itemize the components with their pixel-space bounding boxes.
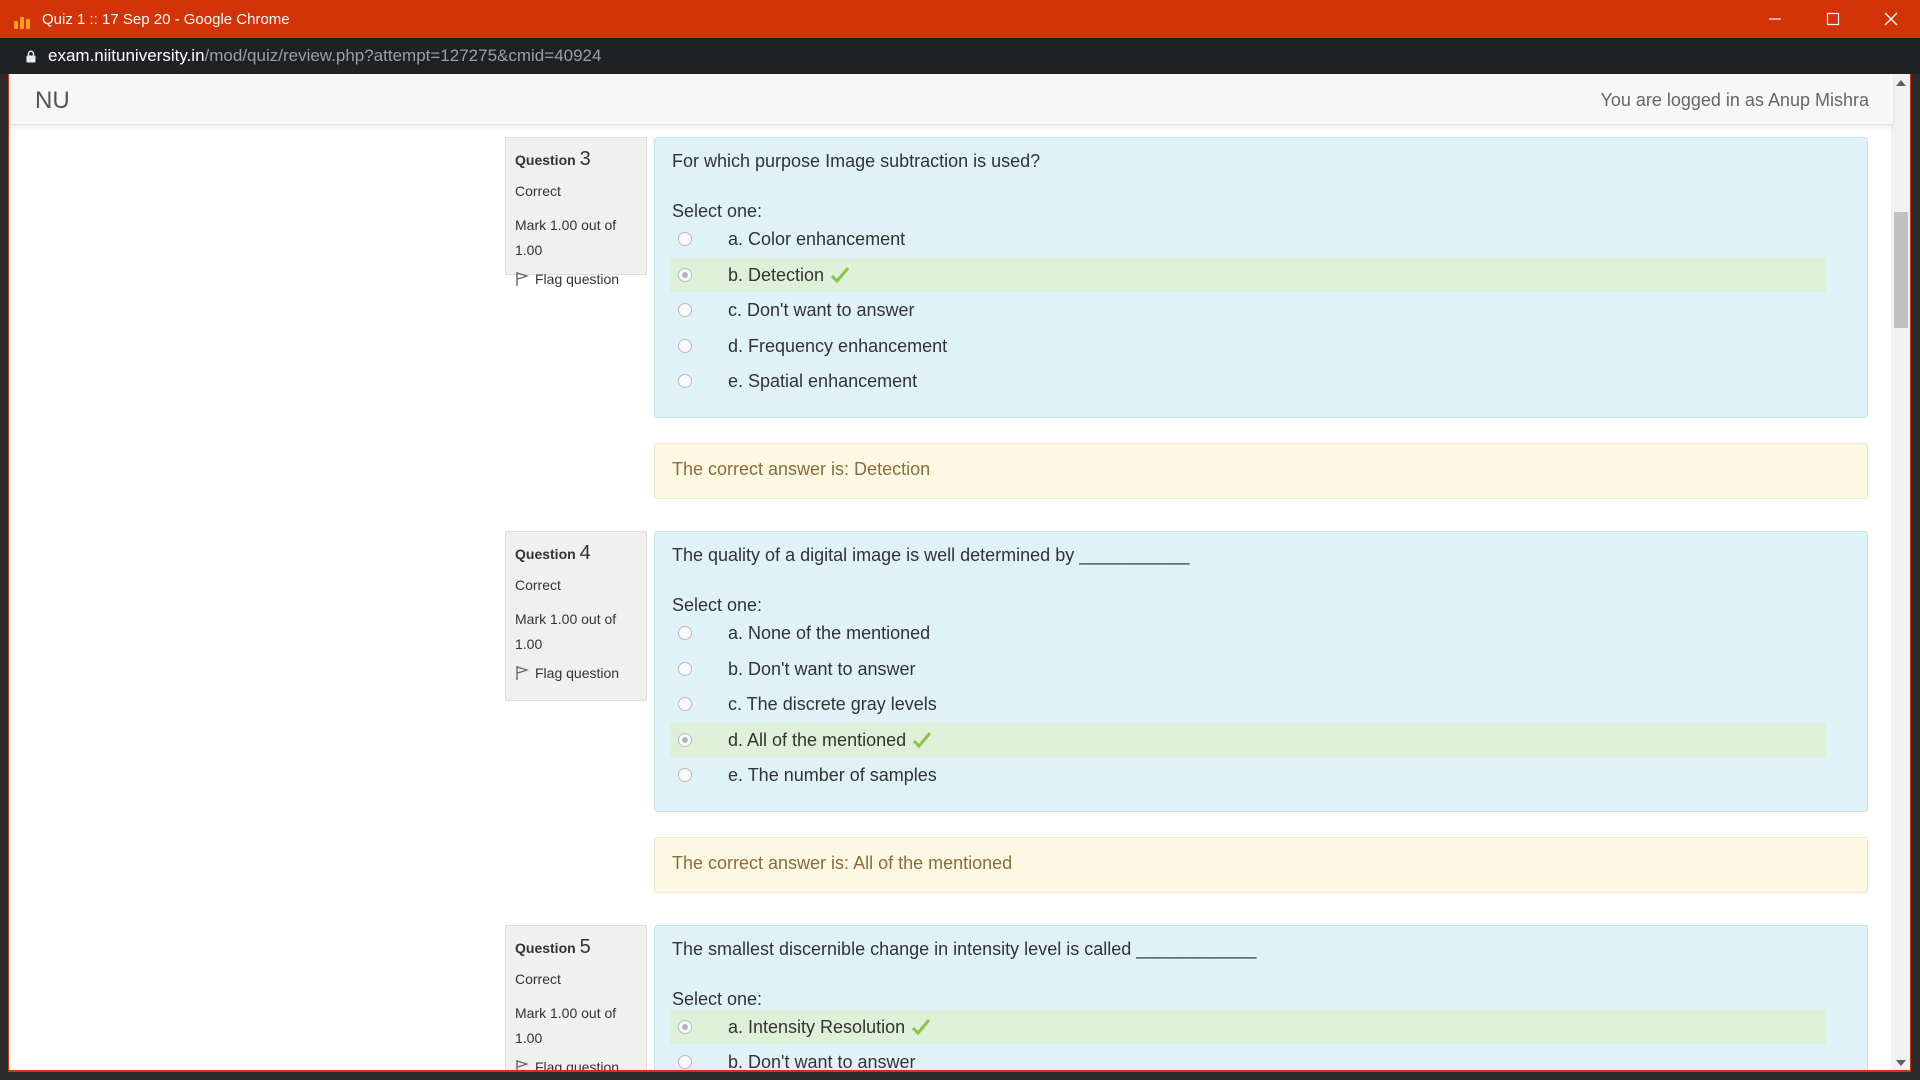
answer-option[interactable]: e. The number of samples <box>670 758 1826 792</box>
correct-check-icon <box>912 731 932 749</box>
site-navbar: NU You are logged in as Anup Mishra <box>9 74 1893 125</box>
question-text: The smallest discernible change in inten… <box>672 939 1257 959</box>
flag-question-link[interactable]: Flag question <box>515 665 637 681</box>
question-text: The quality of a digital image is well d… <box>672 545 1190 565</box>
maximize-button[interactable] <box>1804 0 1862 38</box>
scroll-up-arrow-icon[interactable] <box>1896 80 1906 86</box>
select-one-prompt: Select one: <box>672 201 763 221</box>
flag-question-link[interactable]: Flag question <box>515 1059 637 1070</box>
window-titlebar: Quiz 1 :: 17 Sep 20 - Google Chrome <box>0 0 1920 38</box>
scroll-down-arrow-icon[interactable] <box>1896 1060 1906 1066</box>
radio-button[interactable] <box>678 339 692 353</box>
window-title: Quiz 1 :: 17 Sep 20 - Google Chrome <box>42 10 290 28</box>
question-number: Question 5 <box>515 936 591 958</box>
scrollbar-thumb[interactable] <box>1894 212 1908 328</box>
url-path: /mod/quiz/review.php?attempt=127275&cmid… <box>204 46 602 65</box>
question-grade: Mark 1.00 out of 1.00 <box>515 217 617 258</box>
answer-option[interactable]: a. Color enhancement <box>670 222 1826 256</box>
flag-question-link[interactable]: Flag question <box>515 271 637 287</box>
correct-check-icon <box>911 1018 931 1036</box>
minimize-button[interactable] <box>1746 0 1804 38</box>
site-brand-link[interactable]: NU <box>35 87 70 115</box>
question-state: Correct <box>515 577 561 593</box>
radio-button[interactable] <box>678 697 692 711</box>
close-icon <box>1884 12 1898 26</box>
answer-option[interactable]: b. Don't want to answer <box>670 652 1826 686</box>
radio-button[interactable] <box>678 662 692 676</box>
question-grade: Mark 1.00 out of 1.00 <box>515 611 617 652</box>
answer-option[interactable]: a. None of the mentioned <box>670 616 1826 650</box>
select-one-prompt: Select one: <box>672 989 763 1009</box>
correct-answer-text: The correct answer is: Detection <box>672 459 931 479</box>
vertical-scrollbar[interactable] <box>1891 74 1910 1070</box>
question-formulation-5: The smallest discernible change in inten… <box>654 925 1868 1070</box>
radio-button[interactable] <box>678 1055 692 1069</box>
flag-icon <box>516 272 529 286</box>
answer-option[interactable]: b. Don't want to answer <box>670 1045 1826 1070</box>
radio-button-selected[interactable] <box>678 1020 692 1034</box>
answer-option[interactable]: e. Spatial enhancement <box>670 364 1826 398</box>
answer-option-correct[interactable]: a. Intensity Resolution <box>670 1010 1826 1044</box>
url-host: exam.niituniversity.in <box>48 46 205 65</box>
page-viewport: NU You are logged in as Anup Mishra Ques… <box>8 74 1911 1072</box>
radio-button[interactable] <box>678 768 692 782</box>
radio-button[interactable] <box>678 626 692 640</box>
flag-icon <box>516 1060 529 1070</box>
question-formulation-4: The quality of a digital image is well d… <box>654 531 1868 812</box>
question-number: Question 4 <box>515 542 591 564</box>
lock-icon <box>26 50 36 62</box>
select-one-prompt: Select one: <box>672 595 763 615</box>
address-bar[interactable]: exam.niituniversity.in/mod/quiz/review.p… <box>0 38 1920 74</box>
answer-option-correct[interactable]: b. Detection <box>670 258 1826 292</box>
answer-option-correct[interactable]: d. All of the mentioned <box>670 723 1826 757</box>
question-feedback-4: The correct answer is: All of the mentio… <box>654 837 1868 893</box>
maximize-icon <box>1826 12 1840 26</box>
question-info-5: Question 5 Correct Mark 1.00 out of 1.00… <box>505 925 647 1070</box>
question-grade: Mark 1.00 out of 1.00 <box>515 1005 617 1046</box>
moodle-favicon-icon <box>14 9 34 29</box>
radio-button-selected[interactable] <box>678 268 692 282</box>
login-info: You are logged in as Anup Mishra <box>1600 90 1869 110</box>
question-info-3: Question 3 Correct Mark 1.00 out of 1.00… <box>505 137 647 287</box>
correct-check-icon <box>830 266 850 284</box>
question-state: Correct <box>515 183 561 199</box>
radio-button[interactable] <box>678 232 692 246</box>
correct-answer-text: The correct answer is: All of the mentio… <box>672 853 1013 873</box>
question-formulation-3: For which purpose Image subtraction is u… <box>654 137 1868 418</box>
radio-button[interactable] <box>678 303 692 317</box>
close-window-button[interactable] <box>1862 0 1920 38</box>
question-number: Question 3 <box>515 148 591 170</box>
question-info-4: Question 4 Correct Mark 1.00 out of 1.00… <box>505 531 647 701</box>
answer-option[interactable]: d. Frequency enhancement <box>670 329 1826 363</box>
radio-button[interactable] <box>678 374 692 388</box>
flag-icon <box>516 666 529 680</box>
answer-option[interactable]: c. Don't want to answer <box>670 293 1826 327</box>
question-state: Correct <box>515 971 561 987</box>
minimize-icon <box>1769 18 1781 20</box>
quiz-review-content: Question 3 Correct Mark 1.00 out of 1.00… <box>9 125 1893 1070</box>
question-text: For which purpose Image subtraction is u… <box>672 151 1041 171</box>
question-feedback-3: The correct answer is: Detection <box>654 443 1868 499</box>
radio-button-selected[interactable] <box>678 733 692 747</box>
answer-option[interactable]: c. The discrete gray levels <box>670 687 1826 721</box>
